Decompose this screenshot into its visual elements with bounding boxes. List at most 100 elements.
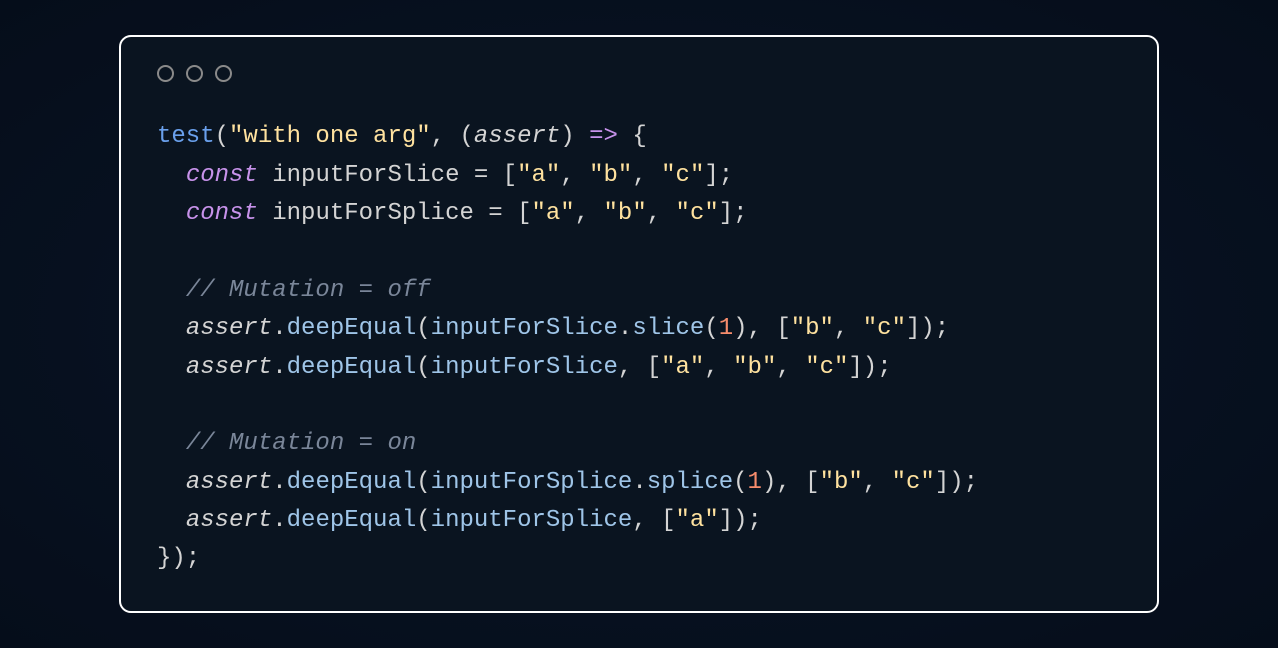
token-string: "c" <box>661 162 704 189</box>
token-space <box>258 162 272 189</box>
token-ident: assert <box>186 507 272 534</box>
token-indent <box>157 430 186 457</box>
token-punc: , <box>704 354 733 381</box>
token-string: "b" <box>733 354 776 381</box>
token-punc: ), [ <box>762 469 820 496</box>
token-arrow: => <box>589 123 618 150</box>
token-comment: // Mutation = on <box>186 430 416 457</box>
token-punc: , <box>647 200 676 227</box>
token-method: deepEqual <box>287 469 417 496</box>
code-line-9: // Mutation = on <box>157 430 416 457</box>
token-method: deepEqual <box>287 315 417 342</box>
token-punc: ), [ <box>733 315 791 342</box>
token-ident: assert <box>186 315 272 342</box>
token-punc: , [ <box>632 507 675 534</box>
token-punc: { <box>618 123 647 150</box>
code-line-1: test("with one arg", (assert) => { <box>157 123 647 150</box>
token-string: "with one arg" <box>229 123 431 150</box>
token-punc: ( <box>704 315 718 342</box>
token-indent <box>157 469 186 496</box>
token-var: inputForSlice <box>272 162 459 189</box>
token-string: "c" <box>863 315 906 342</box>
window-dot-minimize[interactable] <box>186 65 203 82</box>
token-number: 1 <box>748 469 762 496</box>
token-punc: ]; <box>704 162 733 189</box>
token-punc: , <box>560 162 589 189</box>
token-punc: ( <box>416 469 430 496</box>
token-number: 1 <box>719 315 733 342</box>
token-ident: assert <box>186 469 272 496</box>
window-dot-close[interactable] <box>157 65 174 82</box>
token-ident: assert <box>186 354 272 381</box>
code-line-2: const inputForSlice = ["a", "b", "c"]; <box>157 162 733 189</box>
token-string: "a" <box>517 162 560 189</box>
code-block: test("with one arg", (assert) => { const… <box>157 118 1121 579</box>
code-line-3: const inputForSplice = ["a", "b", "c"]; <box>157 200 748 227</box>
title-bar <box>157 65 1121 82</box>
token-punc: , <box>776 354 805 381</box>
token-indent <box>157 315 186 342</box>
token-punc: . <box>272 507 286 534</box>
token-punc: ]); <box>719 507 762 534</box>
token-string: "c" <box>892 469 935 496</box>
code-line-6: assert.deepEqual(inputForSlice.slice(1),… <box>157 315 949 342</box>
token-indent <box>157 277 186 304</box>
token-punc: = [ <box>474 200 532 227</box>
token-string: "b" <box>791 315 834 342</box>
token-punc: ( <box>416 354 430 381</box>
token-prop: inputForSlice <box>431 354 618 381</box>
token-indent <box>157 200 186 227</box>
code-line-10: assert.deepEqual(inputForSplice.splice(1… <box>157 469 978 496</box>
token-prop: inputForSplice <box>431 469 633 496</box>
token-punc: . <box>632 469 646 496</box>
token-string: "c" <box>805 354 848 381</box>
token-punc: . <box>272 469 286 496</box>
token-keyword: const <box>186 200 258 227</box>
token-method: deepEqual <box>287 354 417 381</box>
token-punc: . <box>618 315 632 342</box>
token-punc: ]; <box>719 200 748 227</box>
code-line-5: // Mutation = off <box>157 277 431 304</box>
token-punc: , <box>834 315 863 342</box>
token-method: splice <box>647 469 733 496</box>
token-punc: , <box>632 162 661 189</box>
token-comment: // Mutation = off <box>186 277 431 304</box>
token-punc: }); <box>157 545 200 572</box>
code-window: test("with one arg", (assert) => { const… <box>119 35 1159 613</box>
token-punc: . <box>272 315 286 342</box>
token-punc: ( <box>215 123 229 150</box>
token-punc: ( <box>416 315 430 342</box>
window-dot-maximize[interactable] <box>215 65 232 82</box>
token-method: slice <box>632 315 704 342</box>
token-string: "a" <box>676 507 719 534</box>
token-punc: ]); <box>848 354 891 381</box>
token-indent <box>157 507 186 534</box>
token-punc: ( <box>416 507 430 534</box>
token-punc: , [ <box>618 354 661 381</box>
token-prop: inputForSlice <box>431 315 618 342</box>
token-string: "a" <box>661 354 704 381</box>
token-string: "b" <box>589 162 632 189</box>
token-indent <box>157 354 186 381</box>
token-punc: ]); <box>935 469 978 496</box>
token-func: test <box>157 123 215 150</box>
code-line-11: assert.deepEqual(inputForSplice, ["a"]); <box>157 507 762 534</box>
token-string: "b" <box>604 200 647 227</box>
token-punc: ) <box>560 123 589 150</box>
token-string: "c" <box>676 200 719 227</box>
token-param: assert <box>474 123 560 150</box>
token-string: "b" <box>820 469 863 496</box>
token-var: inputForSplice <box>272 200 474 227</box>
token-keyword: const <box>186 162 258 189</box>
token-space <box>258 200 272 227</box>
token-punc: , <box>575 200 604 227</box>
token-punc: ]); <box>906 315 949 342</box>
code-line-7: assert.deepEqual(inputForSlice, ["a", "b… <box>157 354 892 381</box>
token-punc: ( <box>733 469 747 496</box>
token-indent <box>157 162 186 189</box>
token-prop: inputForSplice <box>431 507 633 534</box>
token-punc: , ( <box>431 123 474 150</box>
token-string: "a" <box>531 200 574 227</box>
token-punc: , <box>863 469 892 496</box>
token-punc: = [ <box>459 162 517 189</box>
